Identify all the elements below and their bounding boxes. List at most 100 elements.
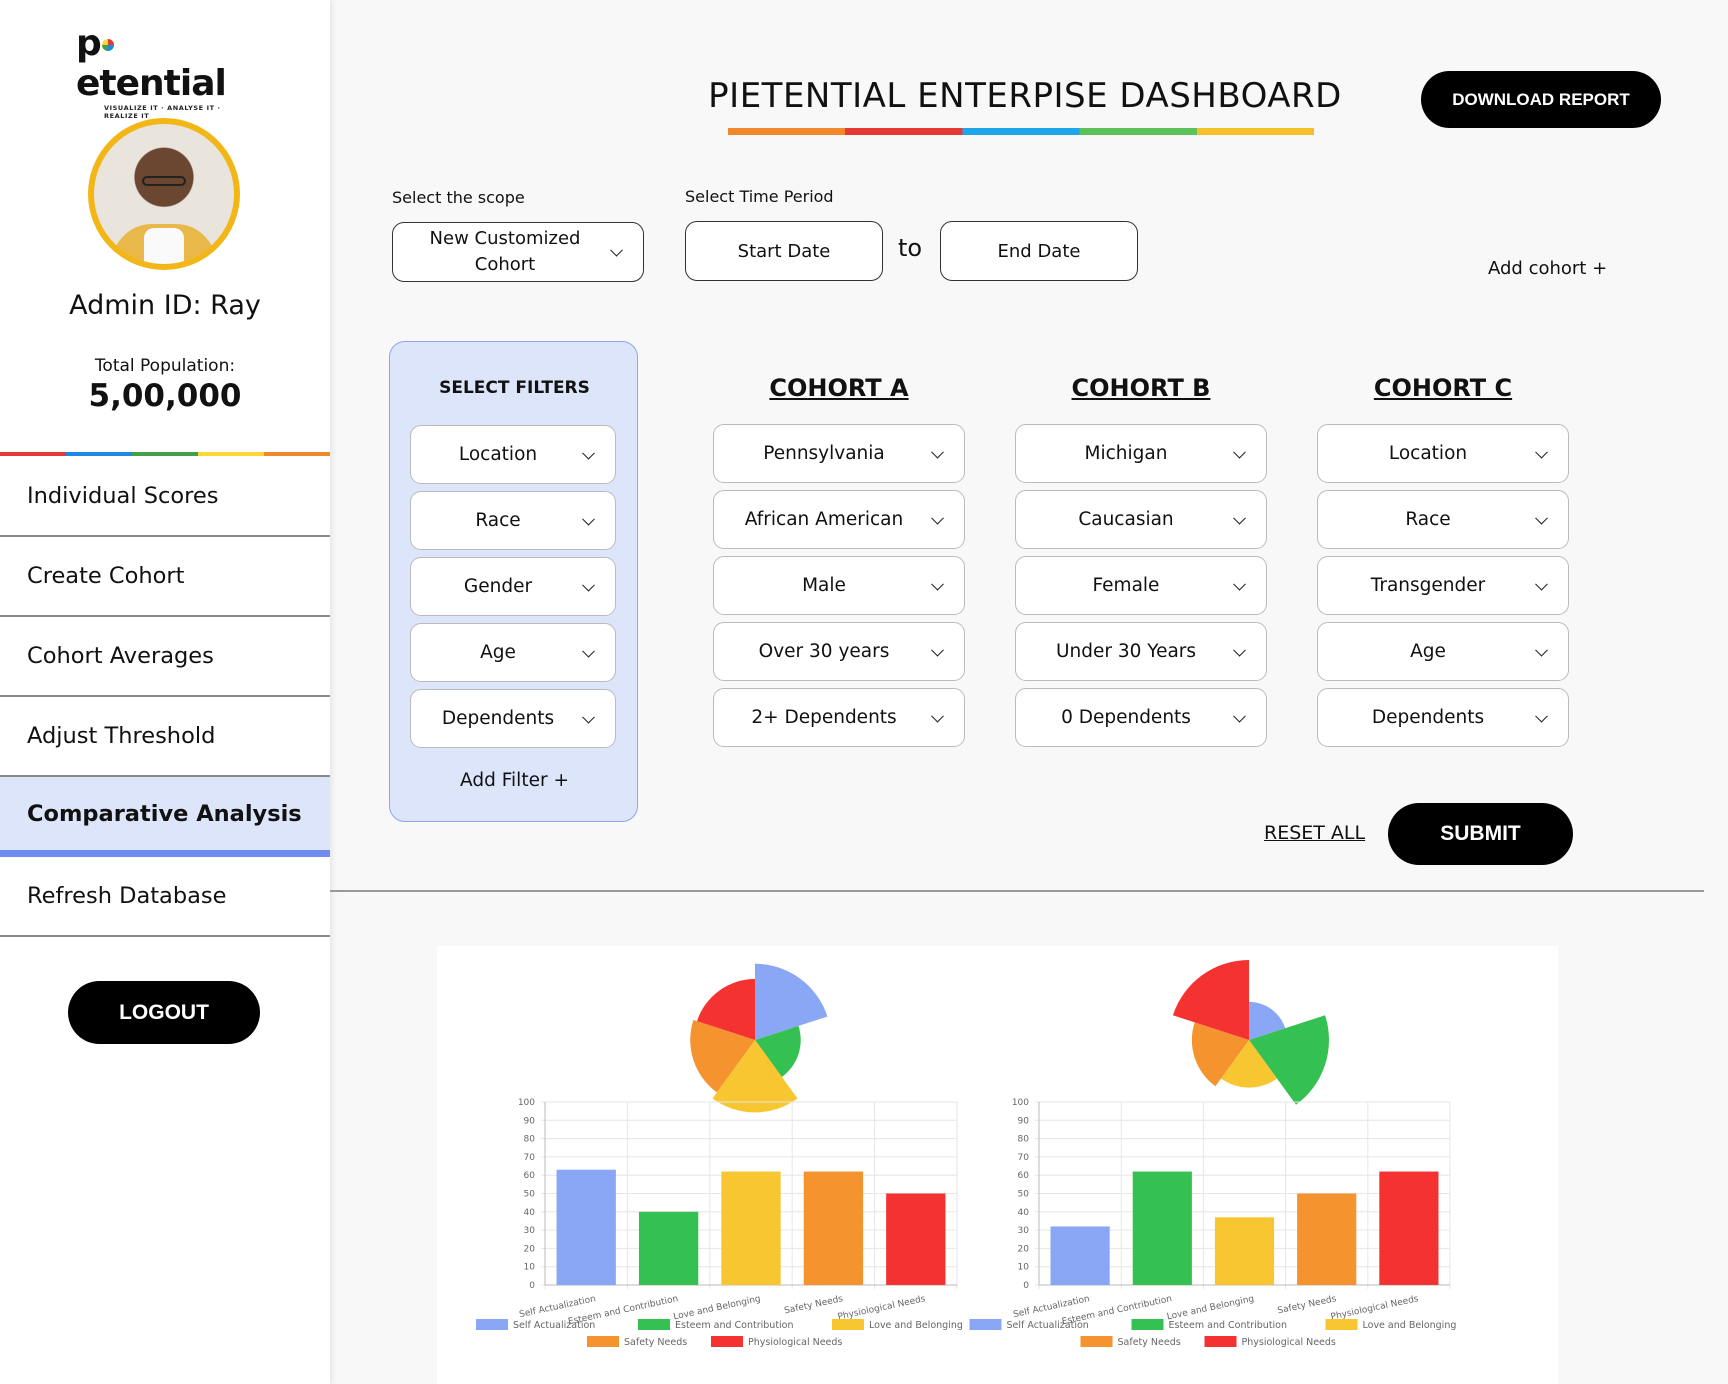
population-value: 5,00,000 [88, 378, 242, 414]
legend-label: Love and Belonging [869, 1320, 963, 1331]
x-tick-label: Physiological Needs [1330, 1294, 1420, 1322]
legend-swatch [1204, 1336, 1237, 1347]
sidebar-item-refresh-database[interactable]: Refresh Database [0, 857, 330, 937]
sidebar-item-cohort-averages[interactable]: Cohort Averages [0, 617, 330, 697]
start-date-field[interactable]: Start Date [685, 221, 883, 281]
y-tick-label: 10 [1018, 1263, 1030, 1273]
bar [638, 1211, 699, 1285]
add-cohort-button[interactable]: Add cohort + [1488, 258, 1607, 279]
x-tick-label: Love and Belonging [673, 1294, 762, 1322]
y-tick-label: 70 [1018, 1153, 1030, 1163]
scope-select[interactable]: New Customized Cohort [392, 222, 644, 282]
cohort-c-location[interactable]: Location [1317, 424, 1569, 483]
sidebar-nav: Individual Scores Create Cohort Cohort A… [0, 457, 330, 937]
legend-label: Love and Belonging [1363, 1320, 1457, 1331]
legend-label: Safety Needs [1118, 1337, 1181, 1348]
time-period-label: Select Time Period [685, 187, 834, 206]
legend-swatch [587, 1336, 619, 1347]
cohort-b-title[interactable]: COHORT B [1015, 374, 1267, 402]
y-tick-label: 30 [1018, 1226, 1030, 1236]
cohort-a-dependents[interactable]: 2+ Dependents [713, 688, 965, 747]
cohort-a-title[interactable]: COHORT A [713, 374, 965, 402]
cohort-c-title[interactable]: COHORT C [1317, 374, 1569, 402]
y-tick-label: 100 [518, 1098, 535, 1108]
x-tick-label: Love and Belonging [1166, 1294, 1255, 1322]
filter-age[interactable]: Age [410, 623, 616, 682]
submit-button[interactable]: SUBMIT [1388, 803, 1573, 865]
glasses-icon [142, 176, 186, 186]
filter-dependents[interactable]: Dependents [410, 689, 616, 748]
bar [886, 1193, 946, 1285]
logout-button[interactable]: LOGOUT [68, 981, 260, 1044]
end-date-field[interactable]: End Date [940, 221, 1138, 281]
bar [1214, 1217, 1275, 1285]
chevron-down-icon [1535, 643, 1548, 657]
cohort-b-dependents[interactable]: 0 Dependents [1015, 688, 1267, 747]
cohort-a-gender[interactable]: Male [713, 556, 965, 615]
bar [1379, 1171, 1439, 1285]
sidebar-item-create-cohort[interactable]: Create Cohort [0, 537, 330, 617]
filters-panel: SELECT FILTERS Location Race Gender Age … [389, 341, 638, 822]
sidebar-item-individual-scores[interactable]: Individual Scores [0, 457, 330, 537]
y-tick-label: 20 [1018, 1244, 1030, 1254]
y-tick-label: 40 [1018, 1208, 1030, 1218]
legend-swatch [638, 1319, 670, 1330]
scope-label: Select the scope [392, 188, 525, 207]
y-tick-label: 60 [524, 1171, 536, 1181]
y-tick-label: 50 [1018, 1190, 1030, 1200]
chevron-down-icon [1535, 445, 1548, 459]
y-tick-label: 80 [1018, 1135, 1030, 1145]
avatar[interactable] [88, 118, 240, 270]
chevron-down-icon [582, 578, 595, 592]
bar [721, 1171, 781, 1285]
bar [1132, 1171, 1192, 1285]
y-tick-label: 90 [1018, 1116, 1030, 1126]
filter-gender[interactable]: Gender [410, 557, 616, 616]
cohort-c-race[interactable]: Race [1317, 490, 1569, 549]
y-tick-label: 0 [529, 1281, 535, 1291]
y-tick-label: 80 [524, 1135, 536, 1145]
add-filter-button[interactable]: Add Filter + [390, 770, 639, 791]
sidebar: petential VISUALIZE IT · ANALYSE IT · RE… [0, 0, 330, 1384]
brand-logo[interactable]: petential VISUALIZE IT · ANALYSE IT · RE… [76, 24, 256, 121]
sidebar-item-adjust-threshold[interactable]: Adjust Threshold [0, 697, 330, 777]
y-tick-label: 0 [1023, 1281, 1029, 1291]
download-report-button[interactable]: DOWNLOAD REPORT [1421, 71, 1661, 128]
legend-swatch [1325, 1319, 1358, 1330]
chevron-down-icon [1233, 511, 1246, 525]
sidebar-divider [0, 452, 330, 456]
legend-label: Esteem and Contribution [675, 1320, 794, 1331]
filter-race[interactable]: Race [410, 491, 616, 550]
cohort-a-location[interactable]: Pennsylvania [713, 424, 965, 483]
chevron-down-icon [931, 511, 944, 525]
y-tick-label: 60 [1018, 1171, 1030, 1181]
cohort-a-age[interactable]: Over 30 years [713, 622, 965, 681]
cohort-c-age[interactable]: Age [1317, 622, 1569, 681]
legend-label: Physiological Needs [748, 1337, 842, 1348]
cohort-b-race[interactable]: Caucasian [1015, 490, 1267, 549]
comparison-charts: 0102030405060708090100Self Actualization… [476, 960, 1457, 1348]
chevron-down-icon [931, 577, 944, 591]
filter-location[interactable]: Location [410, 425, 616, 484]
chevron-down-icon [1233, 709, 1246, 723]
chevron-down-icon [1535, 709, 1548, 723]
chevron-down-icon [931, 643, 944, 657]
cohort-b-gender[interactable]: Female [1015, 556, 1267, 615]
chevron-down-icon [582, 710, 595, 724]
y-tick-label: 10 [524, 1263, 536, 1273]
legend-label: Self Actualization [513, 1320, 595, 1331]
cohort-b-age[interactable]: Under 30 Years [1015, 622, 1267, 681]
legend-swatch [969, 1319, 1002, 1330]
cohort-a-race[interactable]: African American [713, 490, 965, 549]
chevron-down-icon [1233, 643, 1246, 657]
x-tick-label: Physiological Needs [837, 1294, 927, 1322]
admin-id: Admin ID: Ray [69, 290, 261, 321]
cohort-b-location[interactable]: Michigan [1015, 424, 1267, 483]
sidebar-item-comparative-analysis[interactable]: Comparative Analysis [0, 777, 330, 857]
cohort-c-gender[interactable]: Transgender [1317, 556, 1569, 615]
reset-all-button[interactable]: RESET ALL [1264, 822, 1365, 844]
cohort-c-dependents[interactable]: Dependents [1317, 688, 1569, 747]
x-tick-label: Safety Needs [783, 1294, 844, 1316]
chevron-down-icon [1535, 577, 1548, 591]
legend-swatch [476, 1319, 508, 1330]
